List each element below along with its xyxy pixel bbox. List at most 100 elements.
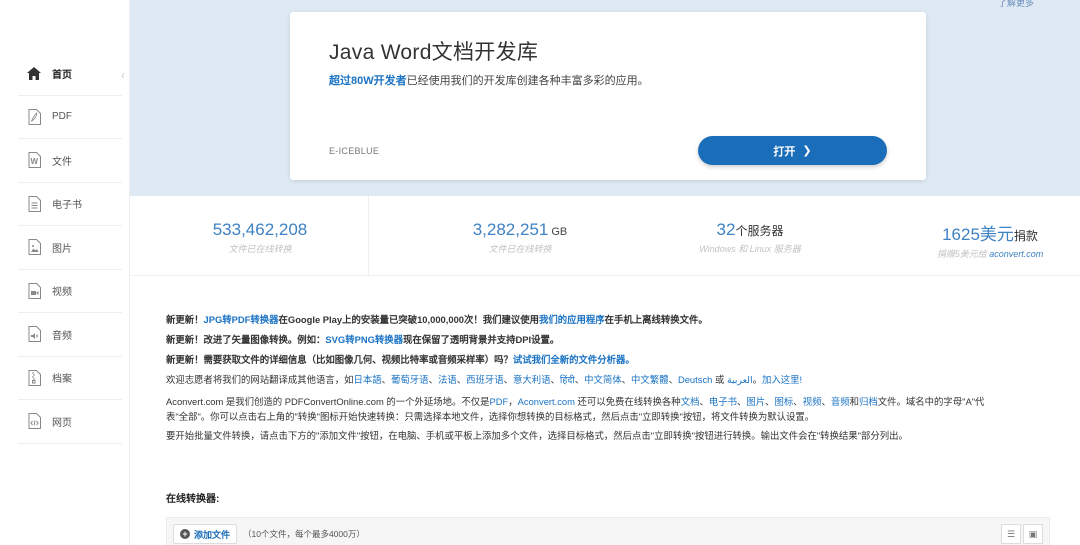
- list-view-icon[interactable]: ☰: [1001, 524, 1021, 544]
- type-link-archive[interactable]: 归档: [859, 396, 878, 407]
- sidebar-item-label: 档案: [52, 374, 72, 386]
- type-link-image[interactable]: 图片: [746, 396, 765, 407]
- stat-caption: 捐赠5美元给 aconvert.com: [900, 247, 1080, 260]
- sidebar-item-pdf[interactable]: PDF: [18, 96, 122, 139]
- sidebar-item-webpage[interactable]: 网页: [18, 400, 122, 444]
- grid-view-icon[interactable]: ▣: [1023, 524, 1043, 544]
- svg-to-png-link[interactable]: SVG转PNG转换器: [325, 334, 403, 345]
- intro-text: 表"全部"。你可以点击右上角的"转换"图标开始快速转换：只需选择本地文件，选择你…: [166, 411, 815, 422]
- lang-link-hi[interactable]: हिंदी: [560, 374, 575, 385]
- translate-text: 欢迎志愿者将我们的网站翻译成其他语言，如: [166, 374, 354, 385]
- stat-number: 1625美元: [942, 225, 1014, 244]
- stat-number: 32: [716, 220, 736, 239]
- ad-subtitle-text: 已经使用我们的开发库创建各种丰富多彩的应用。: [406, 75, 649, 87]
- stat-unit: 捐款: [1013, 229, 1038, 243]
- lang-link-de[interactable]: Deutsch: [678, 374, 712, 385]
- stat-gb-converted: 3,282,251 GB 文件已在线转换: [430, 196, 610, 276]
- webpage-file-icon: [26, 412, 42, 430]
- type-link-document[interactable]: 文档: [681, 396, 700, 407]
- sidebar-item-label: 首页: [52, 69, 72, 81]
- news-text: 现在保留了透明背景并支持DPI设置。: [403, 334, 560, 345]
- sidebar: 首页 PDF W 文件 电子书 图片 视频 音频 档案 网页 ‹: [0, 0, 130, 545]
- sidebar-item-archive[interactable]: 档案: [18, 357, 122, 400]
- sidebar-item-audio[interactable]: 音频: [18, 313, 122, 357]
- add-files-button[interactable]: + 添加文件: [173, 524, 238, 544]
- type-link-icon[interactable]: 图标: [775, 396, 794, 407]
- stat-number: 3,282,251: [472, 220, 549, 239]
- sidebar-item-image[interactable]: 图片: [18, 226, 122, 270]
- news-line-3: 新更新！需要获取文件的详细信息（比如图像几何、视频比特率或音频采样率）吗？试试我…: [166, 350, 1056, 370]
- join-link[interactable]: 加入这里!: [762, 374, 802, 385]
- svg-text:W: W: [30, 157, 38, 166]
- jpg-to-pdf-link[interactable]: JPG转PDF转换器: [204, 314, 279, 325]
- sidebar-item-label: 文件: [52, 156, 72, 168]
- stat-divider: [368, 196, 369, 276]
- donate-link[interactable]: aconvert.com: [989, 249, 1043, 259]
- news-line-2: 新更新！改进了矢量图像转换。例如：SVG转PNG转换器现在保留了透明背景并支持D…: [166, 330, 1056, 350]
- main-content: 新更新！JPG转PDF转换器在Google Play上的安装量已突破10,000…: [166, 310, 1056, 443]
- hero-banner: 了解更多 Java Word文档开发库 超过80W开发者已经使用我们的开发库创建…: [130, 0, 1080, 196]
- sidebar-item-video[interactable]: 视频: [18, 270, 122, 313]
- ad-subtitle: 超过80W开发者已经使用我们的开发库创建各种丰富多彩的应用。: [329, 72, 649, 88]
- sidebar-item-label: 电子书: [52, 200, 82, 212]
- news-line-1: 新更新！JPG转PDF转换器在Google Play上的安装量已突破10,000…: [166, 310, 1056, 330]
- stat-servers: 32个服务器 Windows 和 Linux 服务器: [660, 196, 840, 276]
- sidebar-item-home[interactable]: 首页: [18, 52, 122, 96]
- stat-value: 3,282,251 GB: [430, 220, 610, 240]
- sidebar-item-document[interactable]: W 文件: [18, 139, 122, 183]
- stat-caption: Windows 和 Linux 服务器: [699, 244, 801, 254]
- ad-subtitle-highlight: 超过80W开发者: [329, 75, 407, 87]
- archive-file-icon: [26, 369, 42, 387]
- open-button-label: 打开: [773, 145, 796, 158]
- sidebar-nav: 首页 PDF W 文件 电子书 图片 视频 音频 档案 网页: [18, 52, 122, 444]
- aconvert-link[interactable]: Aconvert.com: [518, 396, 575, 407]
- word-file-icon: W: [26, 151, 42, 169]
- news-text: 新更新！需要获取文件的详细信息（比如图像几何、视频比特率或音频采样率）吗？: [166, 354, 513, 365]
- type-link-ebook[interactable]: 电子书: [709, 396, 737, 407]
- learn-more-link[interactable]: 了解更多: [998, 0, 1034, 9]
- translate-text: 或: [714, 374, 725, 385]
- audio-file-icon: [26, 325, 42, 343]
- news-text: 在Google Play上的安装量已突破10,000,000次！我们建议使用: [278, 314, 540, 325]
- pdf-link[interactable]: PDF: [490, 396, 509, 407]
- lang-link-zh-tw[interactable]: 中文繁體: [631, 374, 669, 385]
- type-link-audio[interactable]: 音频: [831, 396, 850, 407]
- ebook-icon: [26, 195, 42, 213]
- image-file-icon: [26, 238, 42, 256]
- lang-link-it[interactable]: 意大利语: [513, 374, 551, 385]
- news-text: 在手机上离线转换文件。: [604, 314, 708, 325]
- lang-link-fr[interactable]: 法语: [438, 374, 457, 385]
- stat-caption: 文件已在线转换: [228, 244, 292, 254]
- sidebar-collapse-icon[interactable]: ‹: [121, 68, 125, 82]
- apps-link[interactable]: 我们的应用程序: [539, 314, 605, 325]
- home-icon: [26, 64, 42, 82]
- sidebar-item-label: 视频: [52, 287, 72, 299]
- lang-link-ar[interactable]: العربية: [727, 374, 753, 385]
- lang-link-zh-cn[interactable]: 中文简体: [584, 374, 622, 385]
- stats-bar: 533,462,208 文件已在线转换 3,282,251 GB 文件已在线转换 …: [130, 196, 1080, 276]
- intro-text: 文件。域名中的字母"A"代: [877, 396, 985, 407]
- add-files-label: 添加文件: [194, 529, 231, 540]
- stat-files-converted: 533,462,208 文件已在线转换: [170, 196, 350, 276]
- stat-value: 32个服务器: [660, 220, 840, 240]
- lang-link-ja[interactable]: 日本語: [354, 374, 382, 385]
- sidebar-item-label: 音频: [52, 330, 72, 342]
- stat-unit: 个服务器: [735, 224, 784, 238]
- stat-value: 533,462,208: [212, 220, 308, 239]
- video-file-icon: [26, 282, 42, 300]
- type-link-video[interactable]: 视频: [803, 396, 822, 407]
- sidebar-item-label: 图片: [52, 243, 72, 255]
- lang-link-pt[interactable]: 葡萄牙语: [391, 374, 429, 385]
- sidebar-item-label: 网页: [52, 417, 72, 429]
- translate-line: 欢迎志愿者将我们的网站翻译成其他语言，如日本語、葡萄牙语、法语、西班牙语、意大利…: [166, 374, 803, 385]
- view-toggle: ☰ ▣: [999, 524, 1043, 544]
- upload-toolbar: + 添加文件 （10个文件，每个最多4000万） ☰ ▣: [166, 517, 1050, 545]
- sidebar-item-ebook[interactable]: 电子书: [18, 183, 122, 226]
- lang-link-es[interactable]: 西班牙语: [466, 374, 504, 385]
- pdf-file-icon: [26, 108, 42, 126]
- open-button[interactable]: 打开 ❯: [698, 136, 887, 165]
- plus-icon: +: [180, 529, 190, 539]
- stat-value: 1625美元捐款: [900, 220, 1080, 245]
- intro-text: 还可以免费在线转换各种: [574, 396, 681, 407]
- file-analyzer-link[interactable]: 试试我们全新的文件分析器。: [513, 354, 635, 365]
